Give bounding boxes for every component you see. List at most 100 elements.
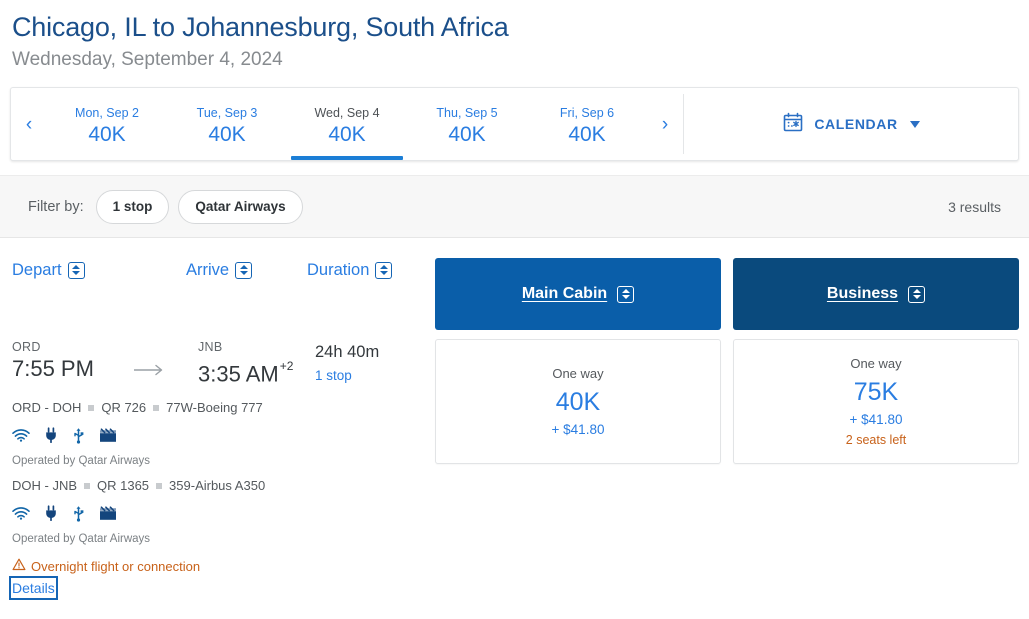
- calendar-toggle[interactable]: CALENDAR: [684, 88, 1018, 160]
- date-list: Mon, Sep 2 40K Tue, Sep 3 40K Wed, Sep 4…: [47, 88, 647, 160]
- cabin-tabs: Main Cabin Business: [435, 258, 1019, 330]
- flight-leg-1: ORD - DOH QR 726 77W-Boeing 777 Operated…: [12, 399, 432, 469]
- fare-taxes: + $41.80: [551, 421, 605, 437]
- power-icon: [44, 427, 58, 443]
- warning-triangle-icon: [12, 558, 26, 576]
- results-count: 3 results: [948, 198, 1001, 215]
- next-dates-button[interactable]: ›: [647, 115, 683, 134]
- power-icon: [44, 505, 58, 521]
- sort-by-duration[interactable]: Duration: [307, 260, 393, 280]
- sort-depart-label: Depart: [12, 260, 62, 279]
- overnight-warning: Overnight flight or connection: [12, 558, 432, 576]
- date-tab-label: Wed, Sep 4: [314, 105, 380, 120]
- sort-by-depart[interactable]: Depart: [12, 261, 85, 280]
- chevron-down-icon: [909, 120, 920, 128]
- leg-route: ORD - DOH: [12, 400, 82, 415]
- leg-route-line: DOH - JNB QR 1365 359-Airbus A350: [12, 477, 432, 495]
- calendar-label: CALENDAR: [814, 116, 898, 132]
- page-title: Chicago, IL to Johannesburg, South Afric…: [12, 12, 509, 42]
- fare-cards: One way 40K + $41.80 One way 75K + $41.8…: [435, 339, 1019, 464]
- date-tab-wed-sep-4[interactable]: Wed, Sep 4 40K: [287, 88, 407, 160]
- calendar-icon: [782, 111, 804, 138]
- date-tab-label: Fri, Sep 6: [559, 105, 615, 120]
- fare-seats-left: 2 seats left: [845, 432, 907, 447]
- filter-pill-stops[interactable]: 1 stop: [95, 189, 170, 224]
- cabin-tab-main-cabin[interactable]: Main Cabin: [435, 258, 721, 330]
- overnight-warning-text: Overnight flight or connection: [31, 559, 201, 574]
- usb-icon: [72, 505, 85, 522]
- cabin-tab-label: Main Cabin: [521, 285, 608, 302]
- leg-amenities: [12, 504, 432, 522]
- leg-operated-by: Operated by Qatar Airways: [12, 455, 151, 467]
- leg-operated-by: Operated by Qatar Airways: [12, 533, 151, 545]
- filter-by-label: Filter by:: [28, 198, 84, 215]
- arrive-airport-code: JNB: [198, 340, 223, 354]
- leg-route: DOH - JNB: [12, 478, 77, 493]
- sort-arrows-icon: [908, 285, 926, 303]
- wifi-icon: [12, 428, 30, 442]
- leg-flight-number: QR 726: [101, 400, 147, 415]
- arrive-time-value: 3:35 AM: [198, 361, 279, 387]
- fare-trip-type: One way: [552, 365, 604, 381]
- date-tab-label: Tue, Sep 3: [196, 105, 258, 120]
- date-tab-price: 40K: [448, 122, 486, 146]
- sort-arrows-icon: [235, 261, 253, 279]
- page-header: Chicago, IL to Johannesburg, South Afric…: [0, 0, 1029, 73]
- filter-bar: Filter by: 1 stop Qatar Airways 3 result…: [0, 175, 1029, 238]
- date-tab-label: Thu, Sep 5: [436, 105, 498, 120]
- date-strip: ‹ Mon, Sep 2 40K Tue, Sep 3 40K Wed, Sep…: [11, 88, 683, 160]
- separator-icon: [153, 405, 160, 411]
- arrive-day-offset: +2: [279, 359, 294, 373]
- separator-icon: [84, 483, 90, 489]
- date-tab-label: Mon, Sep 2: [75, 105, 139, 120]
- date-tab-thu-sep-5[interactable]: Thu, Sep 5 40K: [407, 88, 527, 160]
- sort-arrows-icon: [375, 261, 393, 279]
- flight-results-page: Chicago, IL to Johannesburg, South Afric…: [0, 0, 1029, 619]
- flight-leg-2: DOH - JNB QR 1365 359-Airbus A350 Operat…: [12, 477, 432, 547]
- date-strip-panel: ‹ Mon, Sep 2 40K Tue, Sep 3 40K Wed, Sep…: [10, 87, 1019, 161]
- flight-duration: 24h 40m: [315, 343, 380, 361]
- filter-pill-airline[interactable]: Qatar Airways: [178, 189, 303, 224]
- leg-flight-number: QR 1365: [97, 478, 150, 493]
- sort-arrows-icon: [67, 261, 85, 279]
- separator-icon: [88, 405, 95, 411]
- cabin-tab-label: Business: [826, 285, 899, 302]
- cabin-tab-business[interactable]: Business: [733, 258, 1019, 330]
- date-tab-mon-sep-2[interactable]: Mon, Sep 2 40K: [47, 88, 167, 160]
- fare-miles: 40K: [555, 387, 601, 416]
- fare-miles: 75K: [853, 377, 899, 406]
- usb-icon: [72, 427, 85, 444]
- sort-arrive-label: Arrive: [186, 260, 230, 279]
- depart-time: 7:55 PM: [12, 356, 94, 381]
- separator-icon: [156, 483, 163, 489]
- arrive-block: JNB 3:35 AM+2: [198, 339, 294, 388]
- flight-times: ORD 7:55 PM JNB 3:35 AM+2 24h 40m 1 stop: [12, 339, 432, 391]
- sort-duration-label: Duration: [307, 260, 370, 279]
- flight-stops[interactable]: 1 stop: [315, 366, 379, 385]
- flight-result-row: ORD 7:55 PM JNB 3:35 AM+2 24h 40m 1 stop: [0, 339, 1029, 601]
- depart-block: ORD 7:55 PM: [12, 339, 94, 383]
- fare-taxes: + $41.80: [849, 411, 903, 427]
- leg-route-line: ORD - DOH QR 726 77W-Boeing 777: [12, 399, 432, 417]
- date-tab-tue-sep-3[interactable]: Tue, Sep 3 40K: [167, 88, 287, 160]
- arrow-right-icon: [133, 363, 164, 376]
- details-link[interactable]: Details: [9, 576, 58, 600]
- flight-itinerary: ORD 7:55 PM JNB 3:35 AM+2 24h 40m 1 stop: [9, 339, 432, 600]
- date-tab-price: 40K: [568, 122, 606, 146]
- entertainment-icon: [99, 427, 117, 443]
- fare-card-business[interactable]: One way 75K + $41.80 2 seats left: [733, 339, 1019, 464]
- wifi-icon: [12, 506, 30, 520]
- date-tab-fri-sep-6[interactable]: Fri, Sep 6 40K: [527, 88, 647, 160]
- duration-block: 24h 40m 1 stop: [315, 341, 379, 385]
- fare-card-main-cabin[interactable]: One way 40K + $41.80: [435, 339, 721, 464]
- date-tab-price: 40K: [328, 122, 366, 146]
- entertainment-icon: [99, 505, 117, 521]
- sort-by-arrive[interactable]: Arrive: [186, 260, 253, 280]
- page-subtitle-date: Wednesday, September 4, 2024: [12, 49, 283, 70]
- results-column-header: Depart Arrive Duration Main Cabin Busine…: [0, 258, 1029, 335]
- leg-aircraft: 359-Airbus A350: [169, 478, 266, 493]
- leg-amenities: [12, 426, 432, 444]
- prev-dates-button[interactable]: ‹: [11, 115, 47, 134]
- arrive-time: 3:35 AM+2: [198, 355, 294, 388]
- date-tab-price: 40K: [88, 122, 126, 146]
